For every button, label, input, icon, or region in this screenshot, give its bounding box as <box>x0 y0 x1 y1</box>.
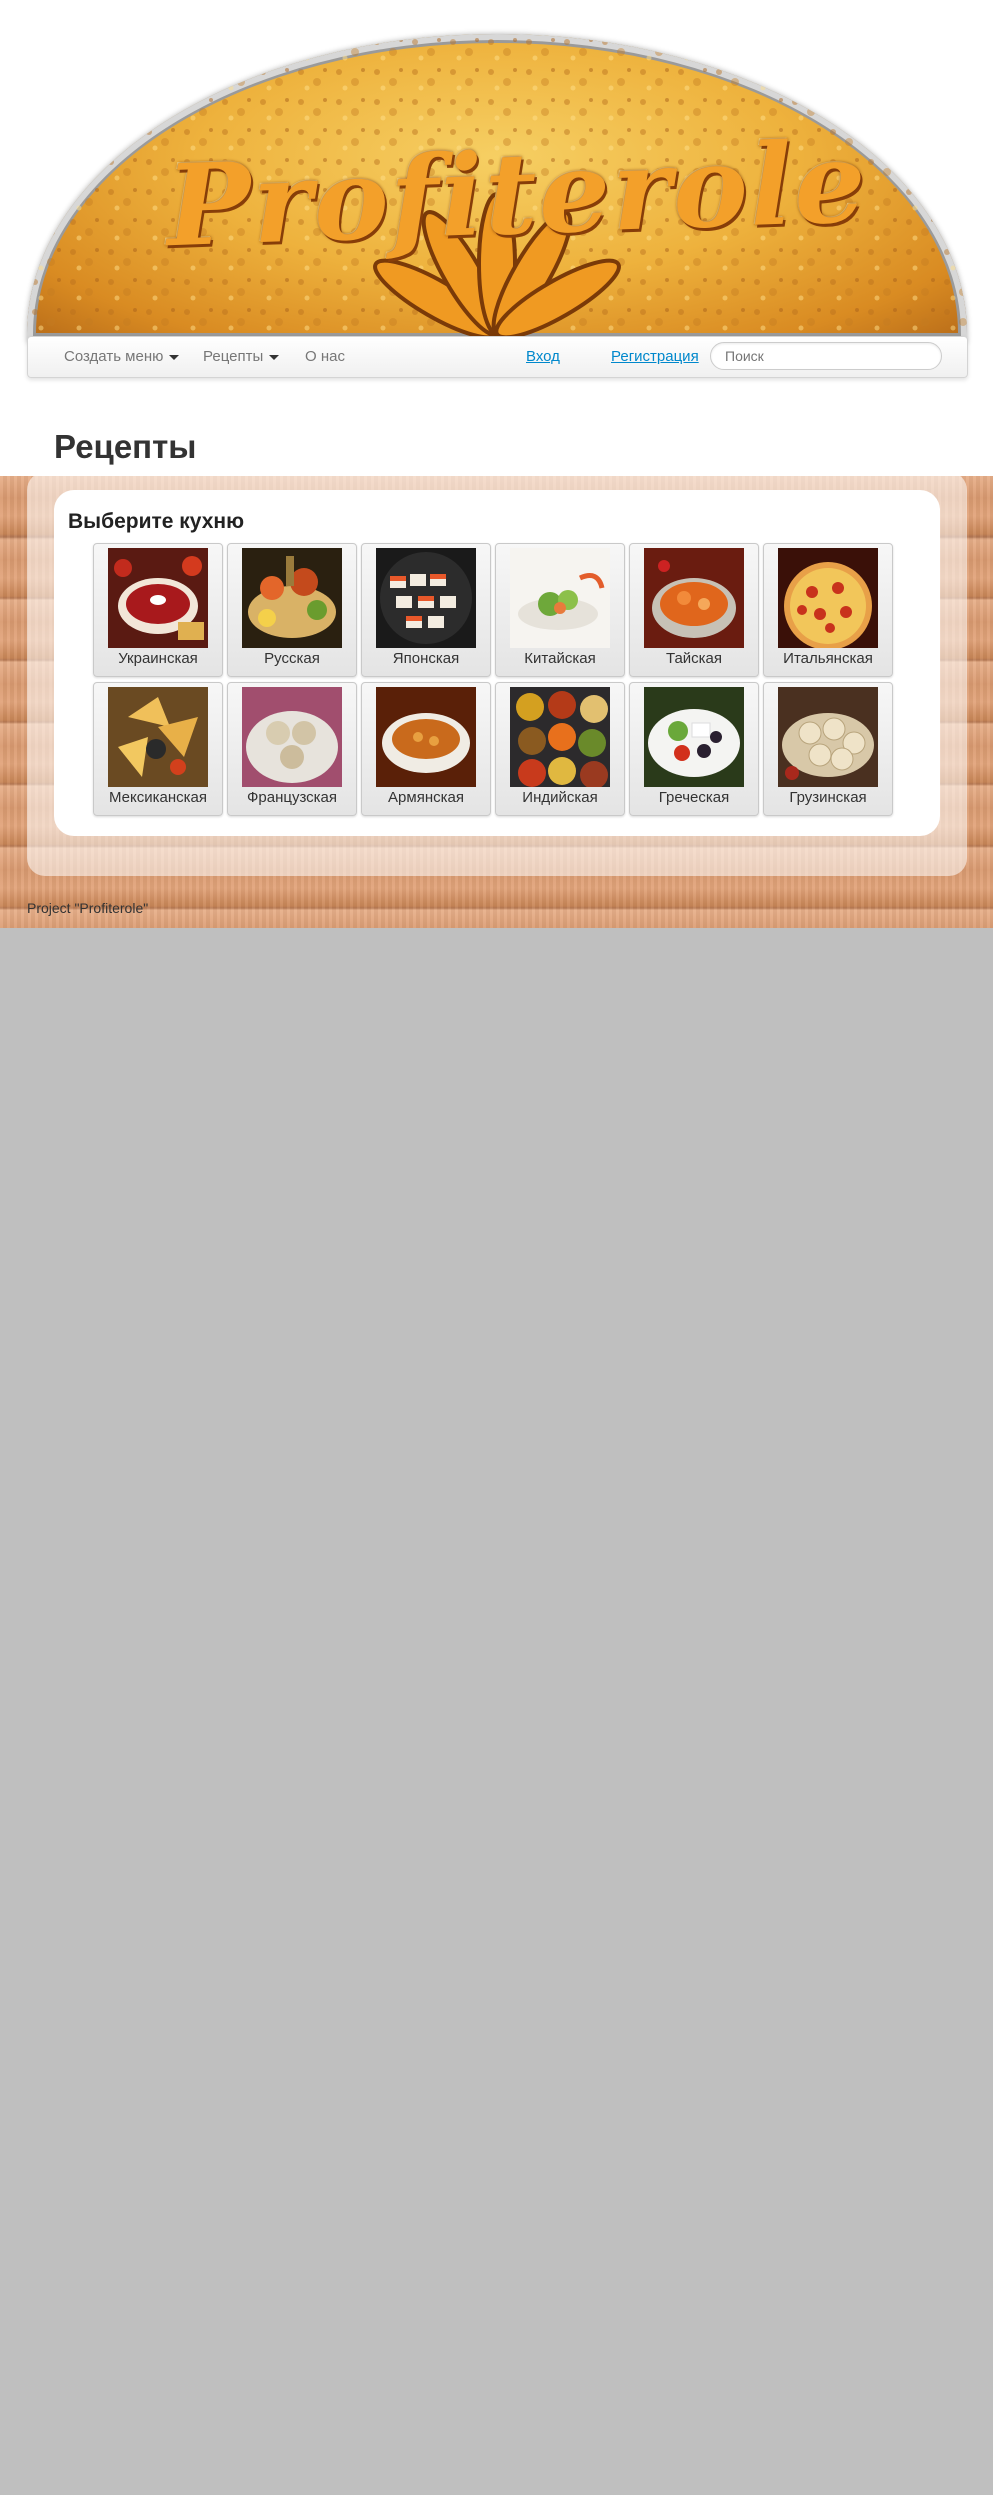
create-menu-label: Создать меню <box>64 348 164 365</box>
page-title: Рецепты <box>54 428 197 465</box>
cuisine-label: Итальянская <box>783 650 873 667</box>
cuisine-tile-greek[interactable]: Греческая <box>629 682 759 816</box>
armenian-soup-image <box>376 687 476 787</box>
khinkali-image <box>778 687 878 787</box>
footer-project-name: Project "Profiterole" <box>27 900 149 916</box>
russian-feast-image <box>242 548 342 648</box>
cuisine-tile-french[interactable]: Французская <box>227 682 357 816</box>
thai-soup-image <box>644 548 744 648</box>
sushi-image <box>376 548 476 648</box>
nachos-image <box>108 687 208 787</box>
choose-cuisine-heading: Выберите кухню <box>68 510 245 533</box>
search-input[interactable] <box>710 342 942 370</box>
cuisine-label: Украинская <box>118 650 198 667</box>
cuisine-tile-indian[interactable]: Индийская <box>495 682 625 816</box>
cuisine-tile-mexican[interactable]: Мексиканская <box>93 682 223 816</box>
cuisine-tile-japanese[interactable]: Японская <box>361 543 491 677</box>
borscht-image <box>108 548 208 648</box>
cuisine-tile-italian[interactable]: Итальянская <box>763 543 893 677</box>
caret-down-icon <box>269 354 280 360</box>
recipes-dropdown[interactable]: Рецепты <box>203 348 280 365</box>
navbar: Создать меню Рецепты О нас Вход Регистра… <box>27 336 968 378</box>
cuisine-tile-georgian[interactable]: Грузинская <box>763 682 893 816</box>
cuisine-label: Китайская <box>524 650 596 667</box>
cuisine-tile-thai[interactable]: Тайская <box>629 543 759 677</box>
french-dish-image <box>242 687 342 787</box>
chinese-salad-image <box>510 548 610 648</box>
login-link[interactable]: Вход <box>526 348 560 365</box>
header-banner: Profiterole <box>27 34 967 342</box>
register-link[interactable]: Регистрация <box>611 348 699 365</box>
cuisine-label: Индийская <box>522 789 598 806</box>
cuisine-label: Японская <box>392 650 460 667</box>
spices-image <box>510 687 610 787</box>
greek-salad-image <box>644 687 744 787</box>
pizza-image <box>778 548 878 648</box>
create-menu-dropdown[interactable]: Создать меню <box>64 348 180 365</box>
cuisine-tile-chinese[interactable]: Китайская <box>495 543 625 677</box>
cuisine-label: Французская <box>246 789 338 806</box>
cuisine-tile-armenian[interactable]: Армянская <box>361 682 491 816</box>
cuisine-label: Тайская <box>665 650 723 667</box>
cuisine-label: Мексиканская <box>109 789 207 806</box>
cuisine-label: Греческая <box>658 789 730 806</box>
cuisine-tile-ukrainian[interactable]: Украинская <box>93 543 223 677</box>
cuisine-label: Армянская <box>388 789 464 806</box>
caret-down-icon <box>169 354 180 360</box>
cuisine-label: Русская <box>264 650 320 667</box>
cuisine-label: Грузинская <box>789 789 867 806</box>
cuisine-tile-russian[interactable]: Русская <box>227 543 357 677</box>
about-link[interactable]: О нас <box>305 348 345 365</box>
recipes-label: Рецепты <box>203 348 264 365</box>
logo-text: Profiterole <box>164 116 870 273</box>
